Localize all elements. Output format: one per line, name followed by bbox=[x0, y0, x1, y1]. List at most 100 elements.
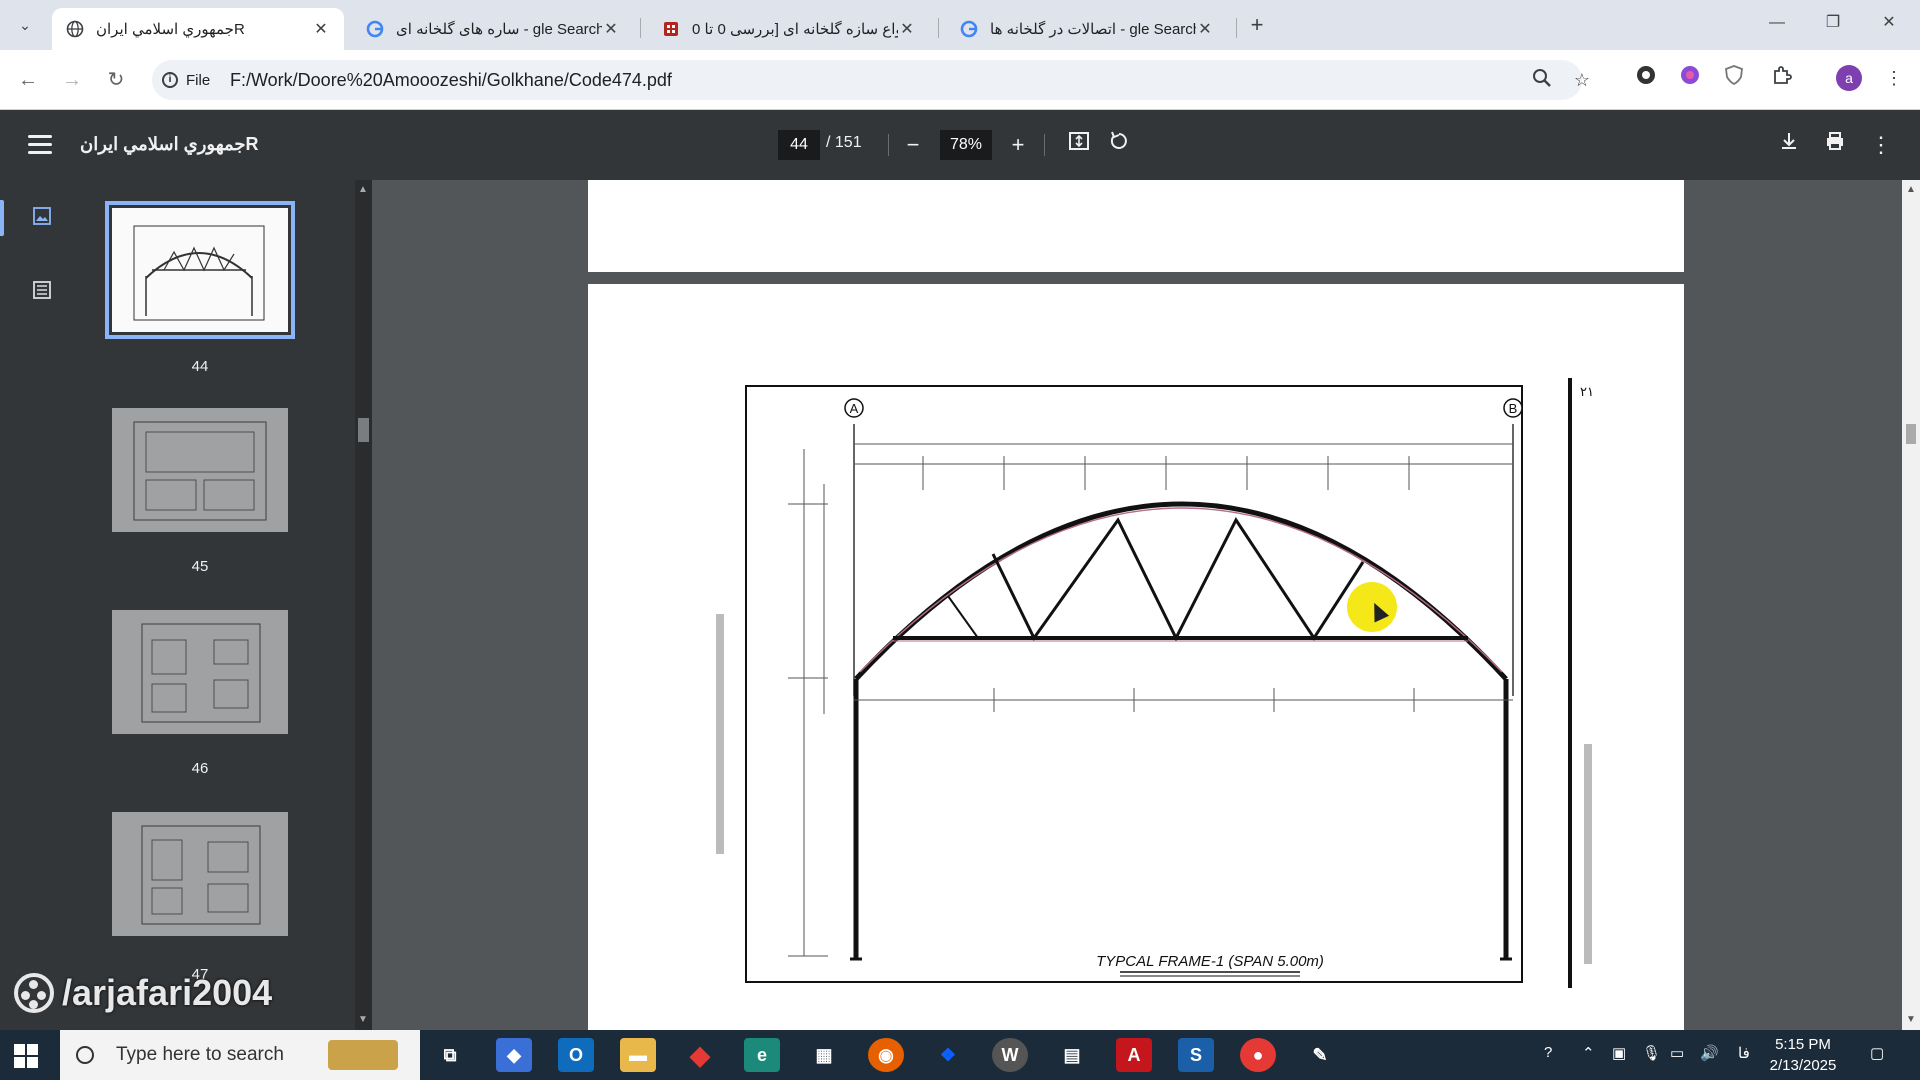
rotate-icon[interactable] bbox=[1104, 130, 1134, 160]
bookmark-star-icon[interactable]: ☆ bbox=[1570, 68, 1594, 92]
windows-taskbar: Type here to search ⧉ ◆ O ▬ ◆ e ▦ ◉ ❖ W … bbox=[0, 1030, 1920, 1080]
menu-icon[interactable] bbox=[24, 130, 56, 160]
scrollbar-handle[interactable] bbox=[358, 418, 369, 442]
outlook-icon[interactable]: O bbox=[558, 1038, 594, 1072]
more-options-icon[interactable]: ⋮ bbox=[1866, 130, 1896, 160]
back-button[interactable]: ← bbox=[12, 64, 44, 96]
thumbnail-panel: 44 45 46 47 bbox=[85, 180, 355, 1030]
file-explorer-icon[interactable]: ▬ bbox=[620, 1038, 656, 1072]
restore-button[interactable]: ❐ bbox=[1810, 8, 1856, 38]
close-icon[interactable]: ✕ bbox=[898, 19, 916, 39]
scrollbar-handle[interactable] bbox=[1906, 424, 1916, 444]
zoom-in-button[interactable]: + bbox=[1003, 130, 1033, 160]
paint-icon[interactable]: ✎ bbox=[1302, 1038, 1338, 1072]
firefox-icon[interactable]: ◉ bbox=[868, 1038, 904, 1072]
browser-menu-icon[interactable]: ⋮ bbox=[1880, 64, 1908, 92]
document-scrollbar[interactable]: ▲ ▼ bbox=[1902, 180, 1920, 1030]
page-thumbnail[interactable] bbox=[112, 812, 288, 936]
zoom-out-button[interactable]: − bbox=[898, 130, 928, 160]
tab-separator bbox=[640, 18, 641, 38]
zoom-input[interactable]: 78% bbox=[940, 130, 992, 160]
word-icon[interactable]: W bbox=[992, 1038, 1028, 1072]
page-total: / 151 bbox=[826, 134, 862, 151]
scheme-label: File bbox=[186, 71, 211, 89]
copilot-icon[interactable]: ◆ bbox=[496, 1038, 532, 1072]
tab-4-title: اتصالات در گلخانه ها - gle Search bbox=[990, 21, 1196, 38]
address-bar[interactable]: i File F:/Work/Doore%20Amooozeshi/Golkha… bbox=[152, 60, 1590, 100]
tab-strip: ⌄ جمهوري اسلامي ايرانR ✕ ساره های گلخانه… bbox=[0, 0, 1920, 50]
close-icon[interactable]: ✕ bbox=[1196, 19, 1214, 39]
search-highlight-image bbox=[328, 1040, 398, 1070]
zoom-icon[interactable] bbox=[1530, 68, 1554, 92]
help-icon[interactable]: ? bbox=[1544, 1044, 1552, 1061]
page-thumbnail[interactable] bbox=[112, 408, 288, 532]
dropbox-icon[interactable]: ❖ bbox=[930, 1038, 966, 1072]
reload-button[interactable]: ↻ bbox=[100, 64, 132, 96]
google-icon bbox=[366, 20, 384, 38]
thumbnail-page-number: 46 bbox=[191, 760, 209, 777]
meet-icon[interactable]: ▣ bbox=[1612, 1044, 1626, 1062]
tab-separator bbox=[1236, 18, 1237, 38]
profile-avatar[interactable]: a bbox=[1836, 65, 1862, 91]
channel-watermark: /arjafari2004 bbox=[14, 972, 272, 1014]
chevron-up-icon[interactable]: ⌃ bbox=[1582, 1044, 1595, 1062]
app-icon[interactable]: ◆ bbox=[682, 1038, 718, 1072]
frame-drawing: A B ٢١ TYPCAL FRAME-1 (SPAN 5.00m) bbox=[716, 378, 1594, 988]
tab-3[interactable]: انواع سازه گلخانه ای [بررسی 0 تا 0 ✕ bbox=[648, 8, 930, 50]
axis-b-label: B bbox=[1509, 401, 1518, 416]
print-icon[interactable] bbox=[1820, 130, 1850, 160]
tab-2[interactable]: ساره های گلخانه ای - gle Search ✕ bbox=[352, 8, 634, 50]
extension-icon[interactable] bbox=[1632, 64, 1660, 92]
language-indicator[interactable]: فا bbox=[1738, 1044, 1750, 1062]
page-thumbnail[interactable] bbox=[112, 610, 288, 734]
task-view-icon[interactable]: ⧉ bbox=[432, 1038, 468, 1072]
page-thumbnail[interactable] bbox=[105, 201, 295, 339]
drawing-caption: TYPCAL FRAME-1 (SPAN 5.00m) bbox=[1096, 953, 1324, 970]
extension-icon[interactable] bbox=[1676, 64, 1704, 92]
notifications-icon[interactable]: ▢ bbox=[1870, 1044, 1884, 1062]
pdf-toolbar: جمهوري اسلامي ايرانR 44 / 151 − 78% + ⋮ bbox=[0, 110, 1920, 180]
document-viewer[interactable]: A B ٢١ TYPCAL FRAME-1 (SPAN 5.00m) bbox=[372, 180, 1902, 1030]
download-icon[interactable] bbox=[1774, 130, 1804, 160]
tab-1[interactable]: جمهوري اسلامي ايرانR ✕ bbox=[52, 8, 344, 50]
document-title: جمهوري اسلامي ايرانR bbox=[80, 134, 259, 154]
store-icon[interactable]: ▦ bbox=[806, 1038, 842, 1072]
tab-4[interactable]: اتصالات در گلخانه ها - gle Search ✕ bbox=[946, 8, 1228, 50]
microphone-icon[interactable]: 🎙 bbox=[1642, 1044, 1661, 1062]
windows-start-icon[interactable] bbox=[14, 1044, 38, 1068]
tab-search-button[interactable]: ⌄ bbox=[8, 12, 42, 38]
url-text[interactable]: F:/Work/Doore%20Amooozeshi/Golkhane/Code… bbox=[230, 70, 672, 91]
taskbar-search[interactable]: Type here to search bbox=[60, 1030, 420, 1080]
google-icon bbox=[960, 20, 978, 38]
sap-icon[interactable]: S bbox=[1178, 1038, 1214, 1072]
volume-icon[interactable]: 🔊 bbox=[1700, 1044, 1719, 1062]
minimize-button[interactable]: — bbox=[1754, 8, 1800, 38]
tab-3-title: انواع سازه گلخانه ای [بررسی 0 تا 0 bbox=[692, 21, 898, 38]
forward-button[interactable]: → bbox=[56, 64, 88, 96]
clock[interactable]: 5:15 PM 2/13/2025 bbox=[1758, 1034, 1848, 1076]
page-number-input[interactable]: 44 bbox=[778, 130, 820, 160]
acrobat-icon[interactable]: A bbox=[1116, 1038, 1152, 1072]
close-icon[interactable]: ✕ bbox=[602, 19, 620, 39]
taskbar-search-placeholder: Type here to search bbox=[116, 1044, 284, 1065]
thumbnail-view-icon[interactable] bbox=[30, 206, 54, 230]
battery-icon[interactable]: ▭ bbox=[1670, 1044, 1684, 1062]
clock-time: 5:15 PM bbox=[1775, 1036, 1831, 1053]
thumbnail-scrollbar[interactable]: ▲ ▼ bbox=[355, 180, 372, 1030]
outline-view-icon[interactable] bbox=[30, 280, 54, 304]
close-window-button[interactable]: ✕ bbox=[1866, 8, 1912, 38]
edge-icon[interactable]: e bbox=[744, 1038, 780, 1072]
thumbnail-page-number: 45 bbox=[191, 558, 209, 575]
fit-page-icon[interactable] bbox=[1064, 130, 1094, 160]
tab-1-title: جمهوري اسلامي ايرانR bbox=[96, 21, 245, 38]
chrome-icon[interactable]: ● bbox=[1240, 1038, 1276, 1072]
extensions-puzzle-icon[interactable] bbox=[1768, 64, 1796, 92]
close-icon[interactable]: ✕ bbox=[312, 19, 330, 39]
new-tab-button[interactable]: + bbox=[1243, 12, 1271, 40]
calculator-icon[interactable]: ▤ bbox=[1054, 1038, 1090, 1072]
shield-icon[interactable] bbox=[1720, 64, 1748, 92]
thumbnail-page-number: 44 bbox=[191, 358, 209, 375]
site-info-chip[interactable]: i File bbox=[162, 68, 210, 92]
toolbar-divider bbox=[1044, 134, 1045, 156]
globe-icon bbox=[66, 20, 84, 38]
